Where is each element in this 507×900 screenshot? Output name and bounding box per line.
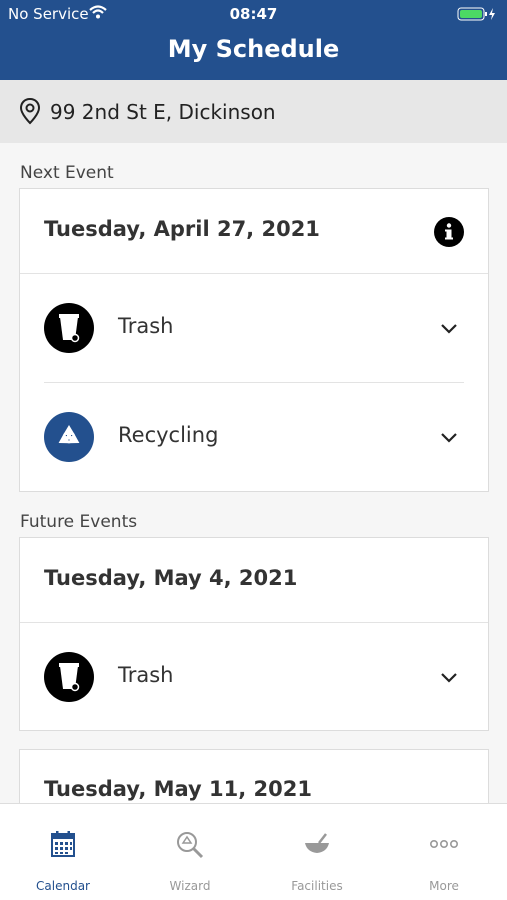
chevron-down-icon[interactable] <box>440 320 458 339</box>
event-date: Tuesday, May 4, 2021 <box>44 566 298 590</box>
address-bar[interactable]: 99 2nd St E, Dickinson <box>0 80 507 143</box>
status-time: 08:47 <box>229 5 278 23</box>
pickup-label: Recycling <box>118 423 219 447</box>
battery-icon <box>457 7 497 25</box>
address-text: 99 2nd St E, Dickinson <box>50 100 276 124</box>
pickup-label: Trash <box>118 314 174 338</box>
future-events-label: Future Events <box>20 512 138 532</box>
trash-bin-icon <box>44 303 94 353</box>
event-date: Tuesday, April 27, 2021 <box>44 217 320 241</box>
wizard-search-icon <box>127 830 253 860</box>
next-event-label: Next Event <box>20 163 114 183</box>
tab-label: More <box>429 879 459 893</box>
pickup-row-trash[interactable]: Trash <box>20 623 488 731</box>
page-title: My Schedule <box>167 35 340 63</box>
more-dots-icon <box>381 830 507 860</box>
tab-facilities[interactable]: Facilities <box>254 804 380 900</box>
recycle-icon <box>44 412 94 462</box>
future-event-card: Tuesday, May 11, 2021 <box>19 749 489 809</box>
tab-wizard[interactable]: Wizard <box>127 804 253 900</box>
pickup-row-trash[interactable]: Trash <box>20 274 488 382</box>
calendar-icon <box>0 830 126 860</box>
pickup-row-recycling[interactable]: Recycling <box>20 383 488 491</box>
info-icon[interactable] <box>434 217 464 251</box>
pickup-label: Trash <box>118 663 174 687</box>
location-pin-icon <box>18 97 42 129</box>
facilities-icon <box>254 830 380 860</box>
event-date: Tuesday, May 11, 2021 <box>44 777 312 801</box>
tab-label: Facilities <box>291 879 343 893</box>
tab-label: Calendar <box>36 879 90 893</box>
future-event-card: Tuesday, May 4, 2021 Trash <box>19 537 489 731</box>
chevron-down-icon[interactable] <box>440 669 458 688</box>
status-bar: No Service 08:47 <box>0 0 507 28</box>
app-header: No Service 08:47 My Schedule <box>0 0 507 80</box>
chevron-down-icon[interactable] <box>440 429 458 448</box>
tab-label: Wizard <box>169 879 211 893</box>
next-event-card: Tuesday, April 27, 2021 Trash Recycling <box>19 188 489 492</box>
tab-bar: Calendar Wizard Facilities More <box>0 803 507 900</box>
tab-more[interactable]: More <box>381 804 507 900</box>
tab-calendar[interactable]: Calendar <box>0 804 126 900</box>
trash-bin-icon <box>44 652 94 702</box>
